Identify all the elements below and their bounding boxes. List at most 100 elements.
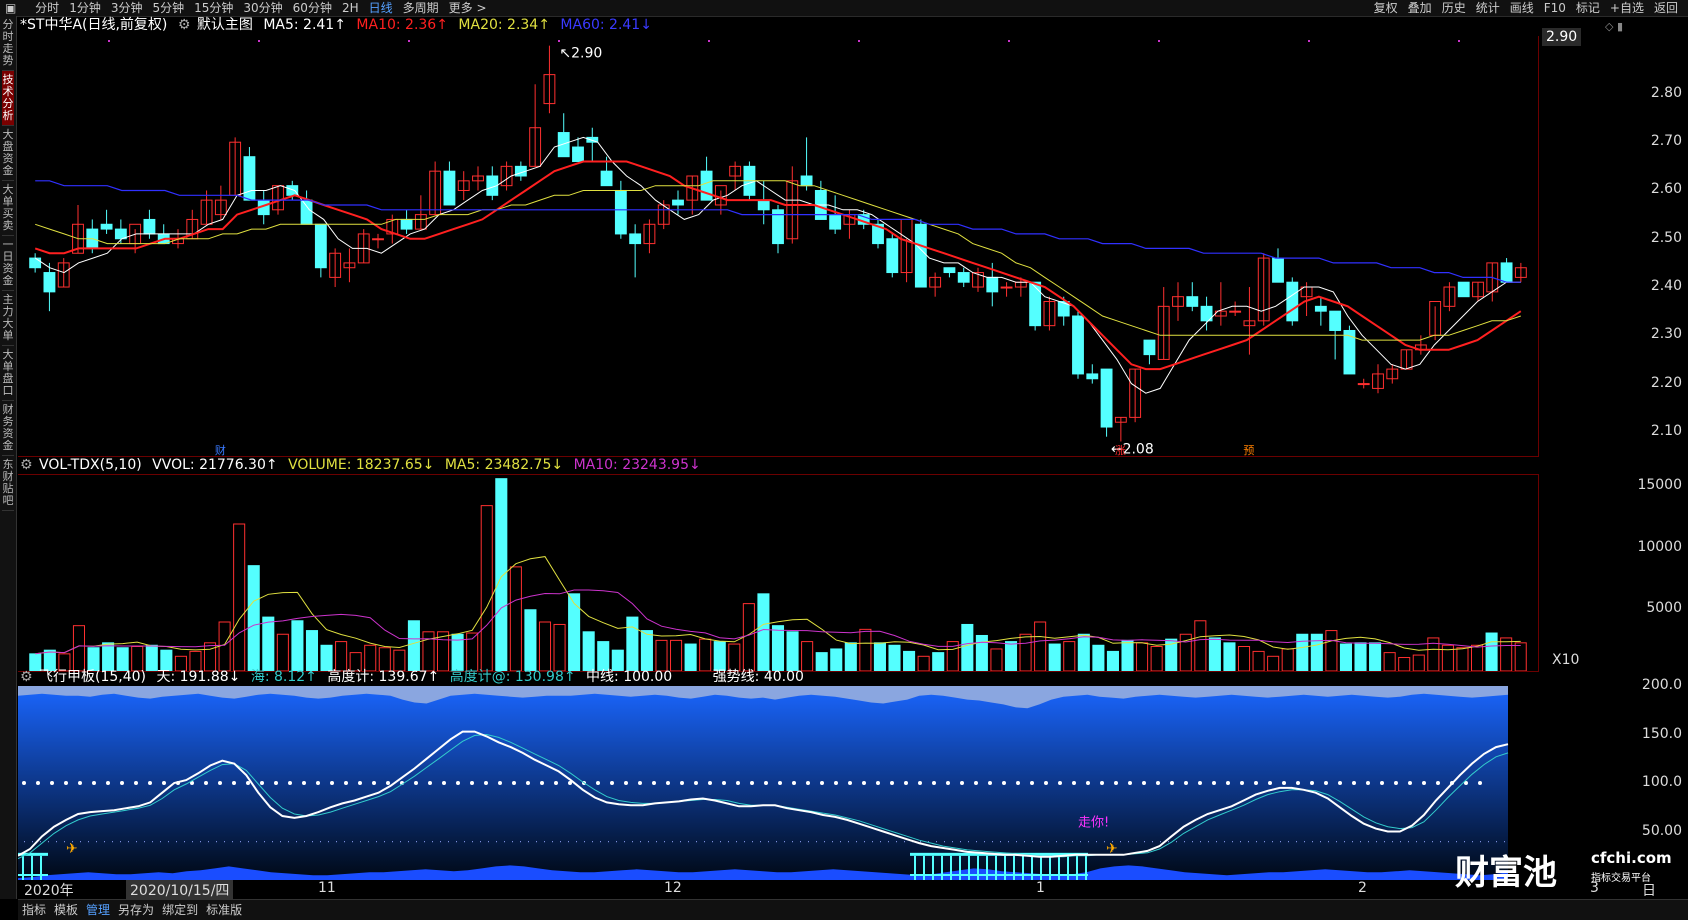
template-name[interactable]: 默认主图 [197, 17, 253, 33]
zhongxian-dot [918, 781, 922, 785]
volume-panel[interactable] [18, 474, 1539, 672]
zhongxian-dot [1072, 781, 1076, 785]
volume-chart[interactable] [18, 475, 1538, 671]
stock-title[interactable]: *ST中华A(日线,前复权) [20, 17, 167, 33]
qiangshi-dot [656, 841, 657, 843]
zhongxian-dot [1324, 781, 1328, 785]
qiangshi-dot [536, 841, 537, 843]
indicator-panel[interactable]: ✈ ✈ 走你! [18, 686, 1538, 880]
period-tab-8[interactable]: 日线 [364, 0, 398, 16]
zhongxian-dot [1394, 781, 1398, 785]
settings-gear-icon[interactable]: ⚙ [178, 17, 191, 33]
zhongxian-dot [358, 781, 362, 785]
toolbar-button-1[interactable]: 叠加 [1403, 0, 1437, 16]
deck-pillar [959, 855, 961, 880]
zhongxian-dot [470, 781, 474, 785]
toolbar-button-3[interactable]: 统计 [1471, 0, 1505, 16]
bottom-tab-4[interactable]: 绑定到 [158, 903, 202, 917]
indicator-name[interactable]: 飞行甲板(15,40) [39, 669, 146, 685]
period-tab-3[interactable]: 5分钟 [147, 0, 189, 16]
volume-bar [1034, 621, 1047, 671]
deck-pillar [950, 855, 952, 880]
volume-bar [305, 630, 319, 671]
toolbar-button-2[interactable]: 历史 [1437, 0, 1471, 16]
qiangshi-dot [376, 841, 377, 843]
period-tab-4[interactable]: 15分钟 [189, 0, 238, 16]
zhongxian-dot [554, 781, 558, 785]
left-tab-6[interactable]: 大单盘口 [2, 346, 14, 401]
left-tab-7[interactable]: 财务资金 [2, 401, 14, 456]
qiangshi-dot [416, 841, 417, 843]
qiangshi-dot [288, 841, 289, 843]
candlestick-panel[interactable]: ↖2.90 ←2.08 财涨预 [18, 36, 1539, 457]
zhongxian-dot [1114, 781, 1118, 785]
left-tab-2[interactable]: 大盘资金 [2, 126, 14, 181]
qiangshi-dot [1384, 841, 1385, 843]
bottom-tab-0[interactable]: 指标 [18, 903, 50, 917]
bottom-tab-5[interactable]: 标准版 [202, 903, 246, 917]
candlestick-chart[interactable]: ↖2.90←2.08财涨预 [18, 36, 1538, 456]
period-tab-5[interactable]: 30分钟 [238, 0, 287, 16]
qiangshi-dot [784, 841, 785, 843]
period-tab-2[interactable]: 3分钟 [106, 0, 148, 16]
deck-pillar [977, 855, 979, 880]
toolbar-button-4[interactable]: 画线 [1505, 0, 1539, 16]
indicator-chart[interactable]: ✈ ✈ 走你! [18, 686, 1538, 880]
period-tab-7[interactable]: 2H [337, 0, 364, 16]
qiangshi-dot [544, 841, 545, 843]
period-tab-6[interactable]: 60分钟 [288, 0, 337, 16]
left-tab-1[interactable]: 技术分析 [2, 71, 14, 126]
period-tab-0[interactable]: 分时 [30, 0, 64, 16]
volume-bar [975, 634, 988, 671]
left-tab-8[interactable]: 东财贴吧 [2, 456, 14, 511]
zhongxian-dot [904, 781, 908, 785]
left-tab-5[interactable]: 主力大单 [2, 291, 14, 346]
toolbar-button-8[interactable]: 返回 [1649, 0, 1683, 16]
qiangshi-dot [704, 841, 705, 843]
candle-body [1272, 257, 1284, 283]
qiangshi-dot [616, 841, 617, 843]
qiangshi-dot [1456, 841, 1457, 843]
bottom-tab-1[interactable]: 模板 [50, 903, 82, 917]
toolbar-button-6[interactable]: 标记 [1571, 0, 1605, 16]
volume-settings-icon[interactable]: ⚙ [20, 457, 33, 473]
left-tab-0[interactable]: 分时走势 [2, 16, 14, 71]
volume-bar [1267, 655, 1280, 671]
indicator-settings-icon[interactable]: ⚙ [20, 669, 33, 685]
toolbar-button-7[interactable]: +自选 [1605, 0, 1649, 16]
volume-bar [1296, 633, 1309, 671]
volume-bar [553, 623, 566, 671]
toolbar-button-0[interactable]: 复权 [1369, 0, 1403, 16]
qiangshi-dot [96, 841, 97, 843]
candle-body [672, 199, 684, 206]
left-tab-3[interactable]: 大单买卖 [2, 181, 14, 236]
volume-bar [1412, 654, 1425, 671]
volume-tick-2: 5000 [1646, 599, 1682, 616]
qiangshi-dot [392, 841, 393, 843]
qiangshi-dot [48, 841, 49, 843]
qiangshi-dot [688, 841, 689, 843]
period-tab-10[interactable]: 更多 > [444, 0, 492, 16]
zhongxian-dot [624, 781, 628, 785]
volume-bar [1048, 643, 1061, 671]
qiangshi-dot [1480, 841, 1481, 843]
bottom-tab-3[interactable]: 另存为 [114, 903, 158, 917]
zhongxian-dot [792, 781, 796, 785]
volume-bar [1310, 633, 1323, 671]
period-tab-1[interactable]: 1分钟 [64, 0, 106, 16]
volume-indicator-name[interactable]: VOL-TDX(5,10) [39, 457, 142, 473]
ma-line-ma5 [34, 136, 1521, 394]
period-tab-9[interactable]: 多周期 [398, 0, 444, 16]
toolbar-button-5[interactable]: F10 [1539, 0, 1571, 16]
toolbar-window-icon[interactable]: ▣ [0, 0, 21, 16]
qiangshi-dot [1000, 841, 1001, 843]
qiangshi-dot [1080, 841, 1081, 843]
candle-body [1072, 315, 1084, 375]
bottom-tab-2[interactable]: 管理 [82, 903, 114, 917]
qiangshi-dot [632, 841, 633, 843]
deck-pillar [1031, 855, 1033, 880]
volume-bar [1063, 641, 1076, 671]
left-tab-4[interactable]: 一日资金 [2, 236, 14, 291]
volume-bar [582, 631, 595, 671]
qiangshi-dot [512, 841, 513, 843]
